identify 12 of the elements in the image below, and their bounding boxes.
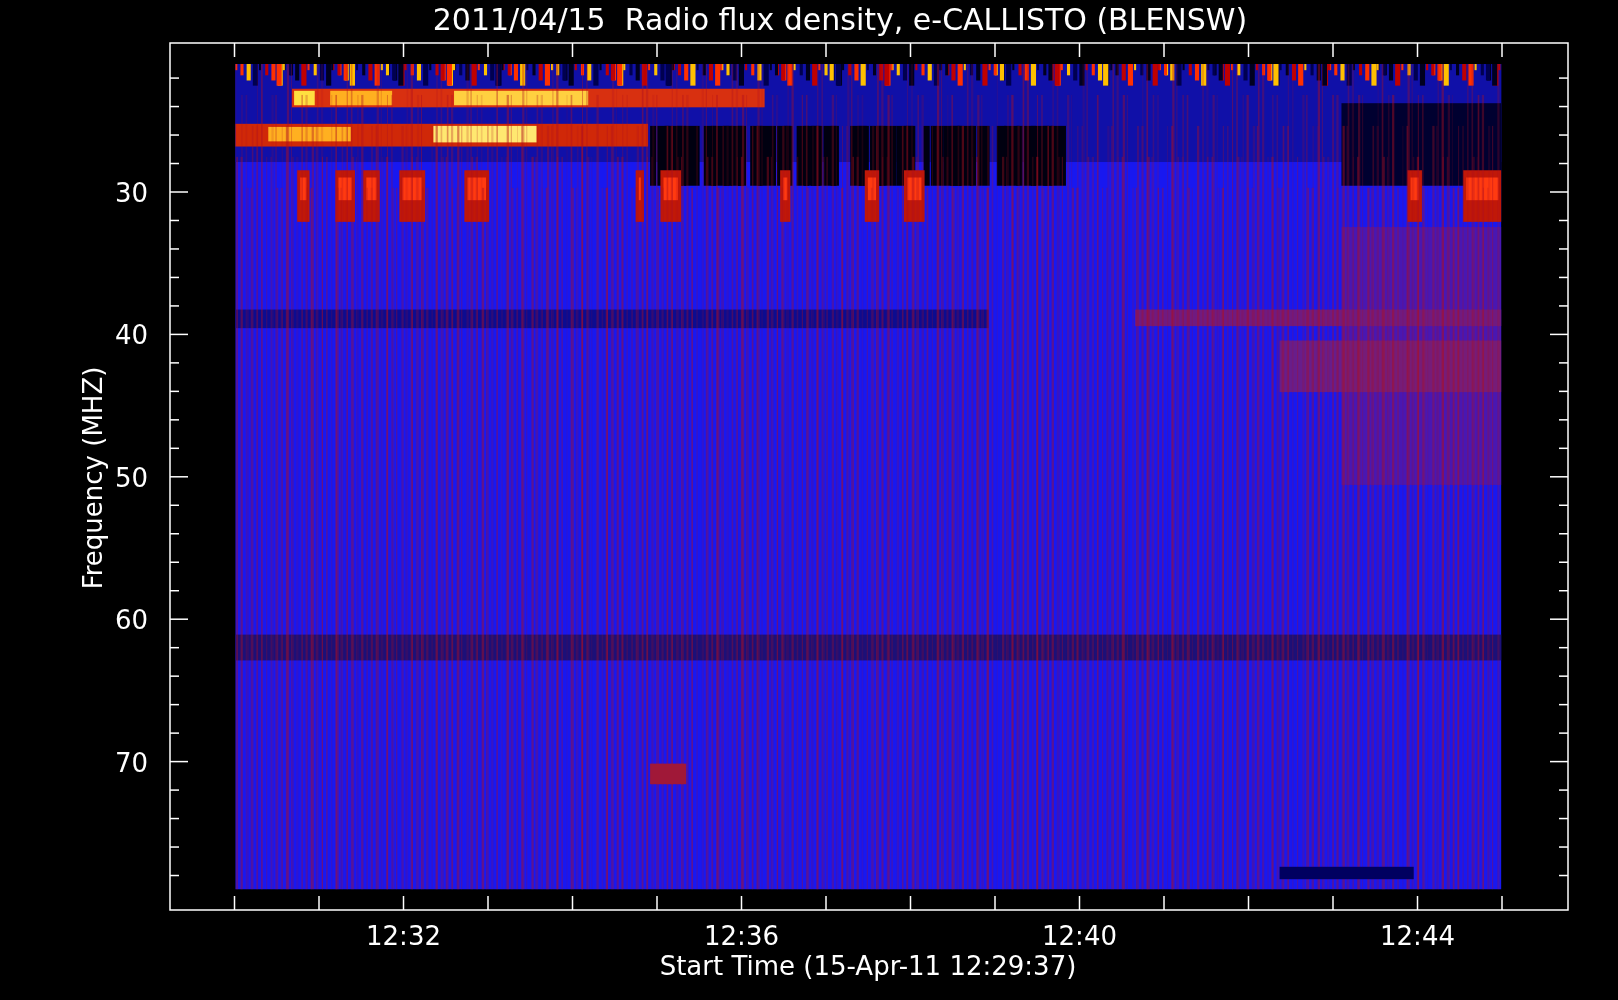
x-tick-label: 12:32: [366, 921, 441, 951]
x-tick-label: 12:40: [1042, 921, 1117, 951]
y-tick-label: 60: [114, 605, 148, 636]
x-tick-label: 12:44: [1380, 921, 1455, 951]
chart-title: 2011/04/15 Radio flux density, e-CALLISTO (BLENSW): [432, 2, 1248, 37]
x-axis-label: Start Time (15-Apr-11 12:29:37): [659, 951, 1077, 981]
y-tick-label: 50: [114, 462, 148, 493]
y-tick-label: 30: [114, 178, 148, 208]
x-tick-label: 12:36: [704, 921, 779, 951]
y-axis-label: Frequency (MHZ): [78, 366, 108, 590]
y-tick-label: 40: [114, 320, 148, 351]
y-tick-label: 70: [114, 747, 148, 778]
